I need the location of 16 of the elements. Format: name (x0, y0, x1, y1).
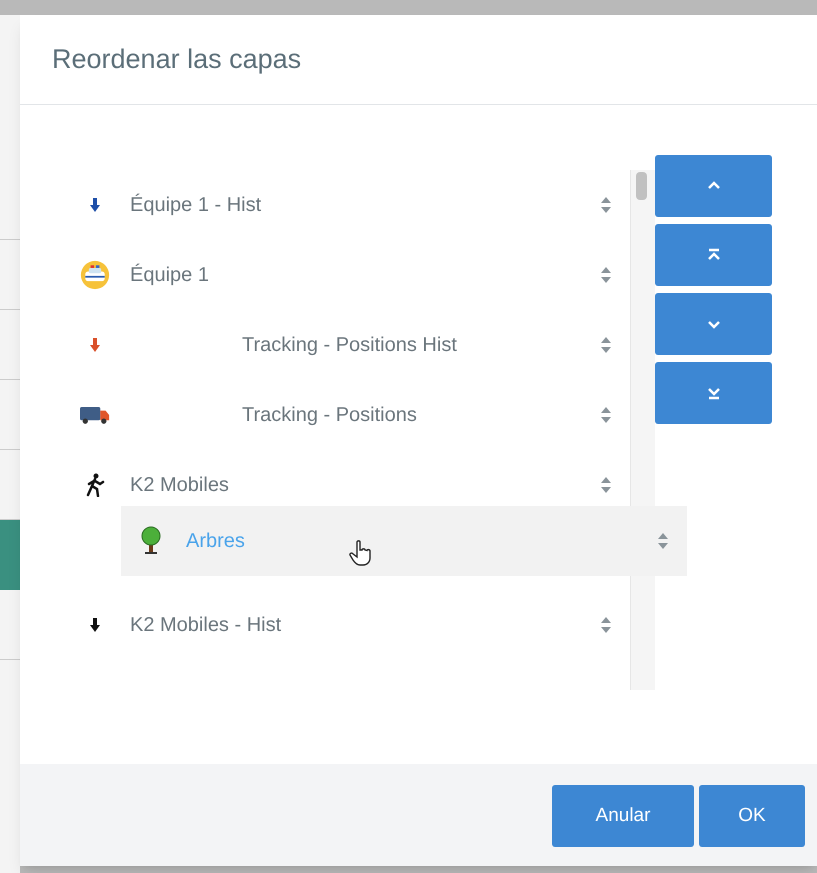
layer-name: K2 Mobiles (130, 473, 229, 498)
layer-row[interactable]: Équipe 1 - Hist (60, 170, 630, 240)
layer-row[interactable]: Tracking - Positions Hist (60, 310, 630, 380)
layer-name: Tracking - Positions (242, 403, 417, 428)
layer-name: Tracking - Positions Hist (242, 333, 457, 358)
ok-button[interactable]: OK (699, 785, 805, 847)
layer-row[interactable]: K2 Mobiles - Hist (60, 590, 630, 660)
dragged-layer-row[interactable]: Arbres (121, 506, 687, 576)
layer-row[interactable]: Équipe 1 (60, 240, 630, 310)
cancel-button[interactable]: Anular (552, 785, 694, 847)
dialog-title: Reordenar las capas (52, 43, 302, 76)
layer-row[interactable]: Tracking - Positions (60, 380, 630, 450)
layer-name: K2 Mobiles - Hist (130, 613, 282, 638)
layer-name: Arbres (186, 529, 245, 554)
layer-name: Équipe 1 (130, 262, 209, 288)
layer-name: Équipe 1 - Hist (130, 192, 262, 218)
